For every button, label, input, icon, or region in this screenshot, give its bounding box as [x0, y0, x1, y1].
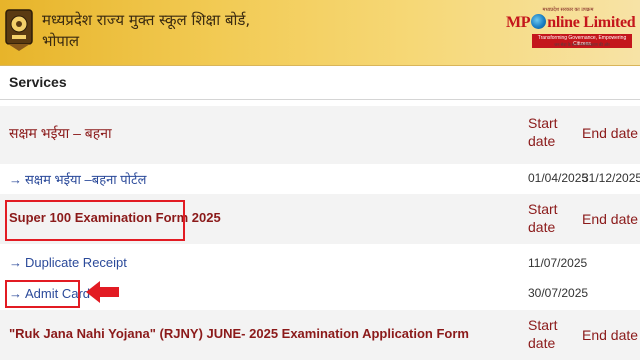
highlight-box: [5, 200, 185, 241]
section-heading-row: सक्षम भईया – बहना Start date End date: [0, 106, 640, 164]
services-title: Services: [9, 74, 67, 90]
service-link-label: सक्षम भईया –बहना पोर्टल: [25, 172, 147, 187]
section-heading: सक्षम भईया – बहना: [9, 125, 112, 141]
mponline-tagline-top: मध्यप्रदेश सरकार का उपक्रम: [542, 7, 594, 13]
section-heading-row: "Ruk Jana Nahi Yojana" (RJNY) JUNE- 2025…: [0, 310, 640, 360]
board-name-line2: भोपाल: [42, 32, 80, 50]
end-date-header: End date: [582, 327, 639, 343]
end-date-header: End date: [582, 211, 639, 227]
service-link-duplicate-receipt[interactable]: → Duplicate Receipt: [9, 255, 127, 270]
service-start-date: 11/07/2025: [528, 256, 588, 270]
mponline-logo[interactable]: मध्यप्रदेश सरकार का उपक्रम MP nline Limit…: [506, 7, 636, 53]
service-end-date: 31/12/2025: [582, 171, 640, 185]
service-link-saksham-portal[interactable]: → सक्षम भईया –बहना पोर्टल: [9, 170, 146, 188]
mponline-title-suffix: nline Limited: [547, 14, 636, 31]
service-row: → Duplicate Receipt 11/07/2025: [0, 250, 640, 276]
end-date-header: End date: [582, 125, 639, 141]
service-link-label: Duplicate Receipt: [25, 255, 127, 270]
mponline-title-prefix: MP: [506, 14, 531, 31]
arrow-right-icon: →: [9, 255, 22, 270]
site-header: मध्यप्रदेश राज्य मुक्त स्कूल शिक्षा बोर्…: [0, 0, 640, 66]
pointer-arrow-icon: [86, 281, 119, 303]
board-name: मध्यप्रदेश राज्य मुक्त स्कूल शिक्षा बोर्…: [42, 10, 422, 52]
mponline-tagline-bottom: जन सेवा के साथ सशक्तिकरण की ओर: [554, 42, 610, 47]
start-date-header: Start date: [528, 115, 558, 149]
mponline-title: MP nline Limited: [506, 14, 636, 32]
divider: [0, 99, 640, 100]
globe-icon: [531, 14, 547, 29]
start-date-header: Start date: [528, 317, 558, 351]
highlight-box: [5, 280, 80, 308]
start-date-header: Start date: [528, 201, 558, 235]
board-name-line1: मध्यप्रदेश राज्य मुक्त स्कूल शिक्षा बोर्…: [42, 11, 251, 29]
board-emblem-icon: [5, 9, 33, 51]
service-start-date: 01/04/2025: [528, 171, 589, 185]
service-start-date: 30/07/2025: [528, 286, 589, 300]
section-heading: "Ruk Jana Nahi Yojana" (RJNY) JUNE- 2025…: [9, 326, 469, 341]
arrow-right-icon: →: [9, 172, 22, 187]
service-row: → सक्षम भईया –बहना पोर्टल 01/04/2025 31/1…: [0, 164, 640, 192]
